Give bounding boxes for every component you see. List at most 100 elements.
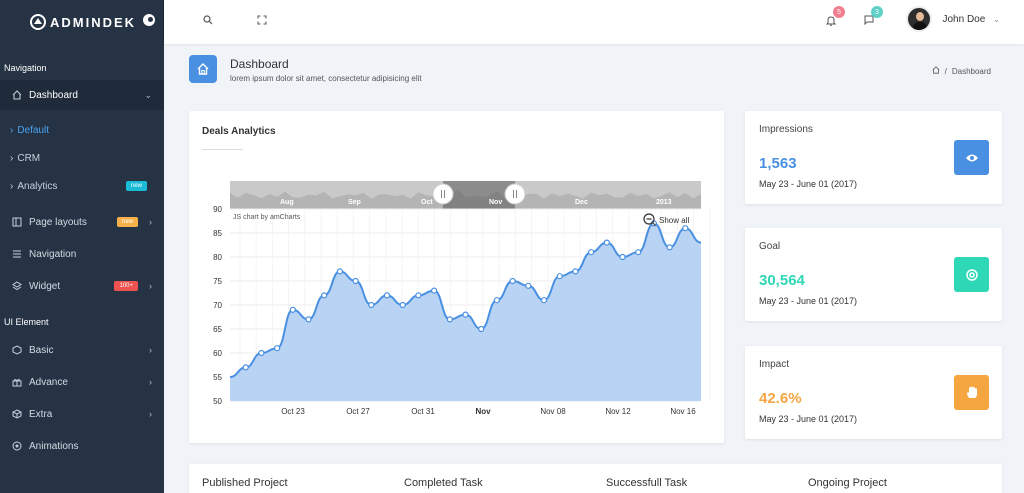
message-count-badge: 3	[871, 6, 883, 18]
data-point	[509, 277, 516, 285]
data-point	[399, 301, 406, 309]
brand-name: ADMINDEK	[50, 14, 137, 30]
user-menu[interactable]: John Doe ⌄	[906, 6, 1000, 32]
layers-icon	[12, 281, 22, 291]
chevron-right-icon: ›	[149, 217, 152, 227]
chevron-right-icon: ›	[149, 377, 152, 387]
data-point	[682, 225, 689, 232]
sidebar-item-page-layouts[interactable]: Page layouts new ›	[0, 206, 164, 238]
page-header: Dashboard lorem ipsum dolor sit amet, co…	[189, 55, 1002, 91]
data-point	[446, 316, 453, 323]
sidebar-item-label: Advance	[29, 376, 68, 388]
data-point	[588, 249, 595, 256]
y-tick-label: 55	[213, 373, 222, 382]
sidebar-subitem-label: Analytics	[17, 180, 58, 192]
navigator-label: Dec	[575, 199, 588, 206]
sidebar-item-label: Widget	[29, 280, 61, 292]
data-point	[305, 316, 312, 323]
eye-icon	[954, 140, 989, 175]
sidebar-subitem-crm[interactable]: › CRM	[0, 144, 164, 172]
y-tick-label: 75	[213, 277, 222, 286]
data-point	[242, 364, 249, 371]
avatar	[906, 6, 933, 32]
y-tick-label: 80	[213, 253, 222, 262]
top-header: 5 3 John Doe ⌄	[164, 0, 1024, 44]
message-icon[interactable]: 3	[861, 6, 883, 28]
deals-analytics-card: Deals Analytics Aug Sep Oct Nov Dec 2013 50 55 6…	[189, 111, 724, 443]
brand[interactable]: ADMINDEK	[0, 0, 164, 44]
data-point	[336, 268, 343, 275]
sidebar-item-navigation[interactable]: Navigation	[0, 238, 164, 270]
stat-label: Impact	[759, 359, 790, 370]
nav-caption-navigation: Navigation	[4, 63, 47, 73]
new-badge: new	[116, 217, 138, 227]
breadcrumb-home-icon[interactable]	[932, 66, 940, 76]
breadcrumb-current[interactable]: Dashboard	[952, 67, 991, 76]
data-point	[368, 301, 375, 309]
sidebar-item-dashboard[interactable]: Dashboard ⌄	[0, 80, 164, 110]
fullscreen-icon[interactable]	[254, 12, 270, 28]
x-tick-label: Nov 08	[540, 407, 566, 416]
data-point	[493, 297, 500, 304]
deals-chart[interactable]: Aug Sep Oct Nov Dec 2013 50 55 60 65 70 75 80 85 90 Oct…	[189, 111, 724, 443]
sidebar-item-label: Navigation	[29, 248, 77, 260]
page-subtitle: lorem ipsum dolor sit amet, consectetur …	[230, 74, 422, 83]
search-icon[interactable]	[200, 12, 216, 28]
sidebar-item-animations[interactable]: Animations	[0, 430, 164, 462]
stat-card-goal: Goal 30,564 May 23 - June 01 (2017)	[745, 228, 1002, 321]
data-point	[289, 306, 296, 313]
data-point	[478, 325, 485, 333]
navigator-selection	[443, 181, 515, 209]
hand-icon	[954, 375, 989, 410]
home-icon	[12, 90, 22, 100]
new-badge: new	[125, 181, 147, 191]
data-point	[258, 349, 265, 357]
stat-value: 30,564	[759, 272, 805, 289]
show-all-button[interactable]: Show all	[659, 216, 689, 225]
data-point	[572, 268, 579, 275]
navigator-label: Sep	[348, 199, 361, 206]
sidebar-item-widget[interactable]: Widget 100+ ›	[0, 270, 164, 302]
home-icon	[189, 55, 217, 83]
y-tick-label: 50	[213, 397, 222, 406]
completed-task-label: Completed Task	[404, 477, 483, 489]
chevron-right-icon: ›	[149, 409, 152, 419]
sidebar-item-extra[interactable]: Extra ›	[0, 398, 164, 430]
navigator-label: Oct	[421, 199, 433, 206]
data-point	[540, 297, 548, 304]
chart-credit: JS chart by amCharts	[233, 214, 301, 221]
data-point	[525, 282, 532, 289]
sidebar-subitem-analytics[interactable]: › Analytics new	[0, 172, 164, 200]
y-tick-label: 70	[213, 301, 222, 310]
data-point	[666, 244, 673, 251]
sidebar-item-label: Extra	[29, 408, 53, 420]
x-tick-label: Oct 23	[281, 407, 305, 416]
nav-caption-ui-element: UI Element	[4, 317, 49, 327]
navigator-left-handle	[432, 183, 454, 205]
sidebar: ADMINDEK Navigation Dashboard ⌄ › Defaul…	[0, 0, 164, 493]
y-tick-label: 85	[213, 229, 222, 238]
breadcrumb: / Dashboard	[932, 66, 991, 76]
layout-icon	[12, 217, 22, 227]
sidebar-item-basic[interactable]: Basic ›	[0, 334, 164, 366]
stat-label: Goal	[759, 241, 781, 252]
sidebar-item-advance[interactable]: Advance ›	[0, 366, 164, 398]
chevron-right-icon: ›	[149, 281, 152, 291]
sidebar-subitem-default[interactable]: › Default	[0, 116, 164, 144]
stat-range: May 23 - June 01 (2017)	[759, 179, 858, 189]
chevron-right-icon: ›	[149, 345, 152, 355]
data-point	[352, 277, 359, 285]
x-tick-label: Nov 12	[605, 407, 631, 416]
sidebar-item-label: Animations	[29, 440, 79, 452]
stat-range: May 23 - June 01 (2017)	[759, 414, 858, 424]
user-name: John Doe	[942, 13, 986, 25]
data-point	[556, 273, 563, 280]
sidebar-toggle-icon[interactable]	[143, 14, 155, 26]
published-project-label: Published Project	[202, 477, 288, 489]
data-point	[462, 311, 469, 318]
stat-card-impressions: Impressions 1,563 May 23 - June 01 (2017…	[745, 111, 1002, 204]
bell-icon[interactable]: 5	[823, 6, 845, 28]
data-point	[415, 292, 422, 299]
successfull-task-label: Successfull Task	[606, 477, 688, 489]
data-point	[321, 292, 328, 299]
